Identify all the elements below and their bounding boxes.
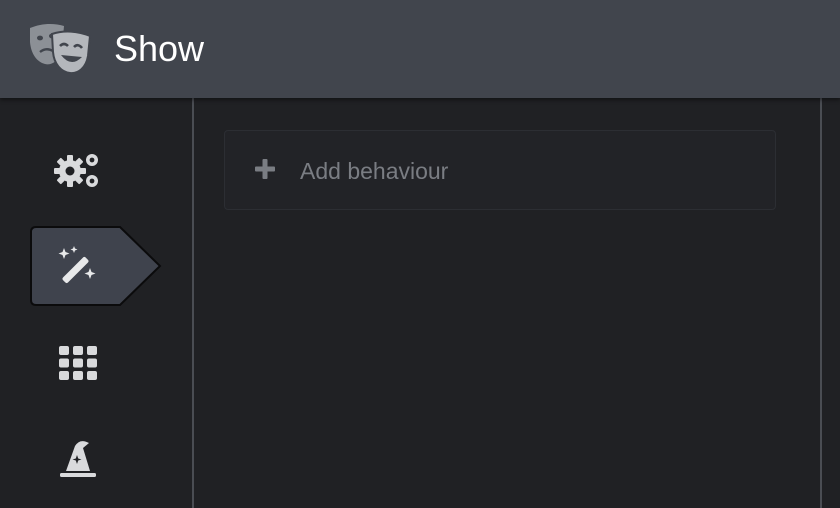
plus-icon (255, 159, 275, 179)
sidebar-item-settings[interactable] (54, 152, 102, 190)
add-behaviour-label: Add behaviour (300, 158, 449, 184)
page-title: Show (114, 28, 205, 69)
sidebar-item-behaviours[interactable] (30, 226, 162, 306)
grid-icon (59, 346, 97, 380)
app-header: Show (0, 0, 840, 98)
wizard-hat-icon (60, 441, 96, 477)
magic-wand-icon (58, 246, 96, 283)
sidebar-divider (192, 98, 194, 508)
sidebar-item-grid[interactable] (59, 346, 97, 380)
sidebar-item-wizard[interactable] (58, 440, 98, 478)
panel-divider (820, 98, 822, 508)
add-behaviour-button[interactable]: Add behaviour (224, 130, 776, 210)
theater-masks-icon (28, 22, 92, 75)
gears-icon (54, 154, 98, 187)
